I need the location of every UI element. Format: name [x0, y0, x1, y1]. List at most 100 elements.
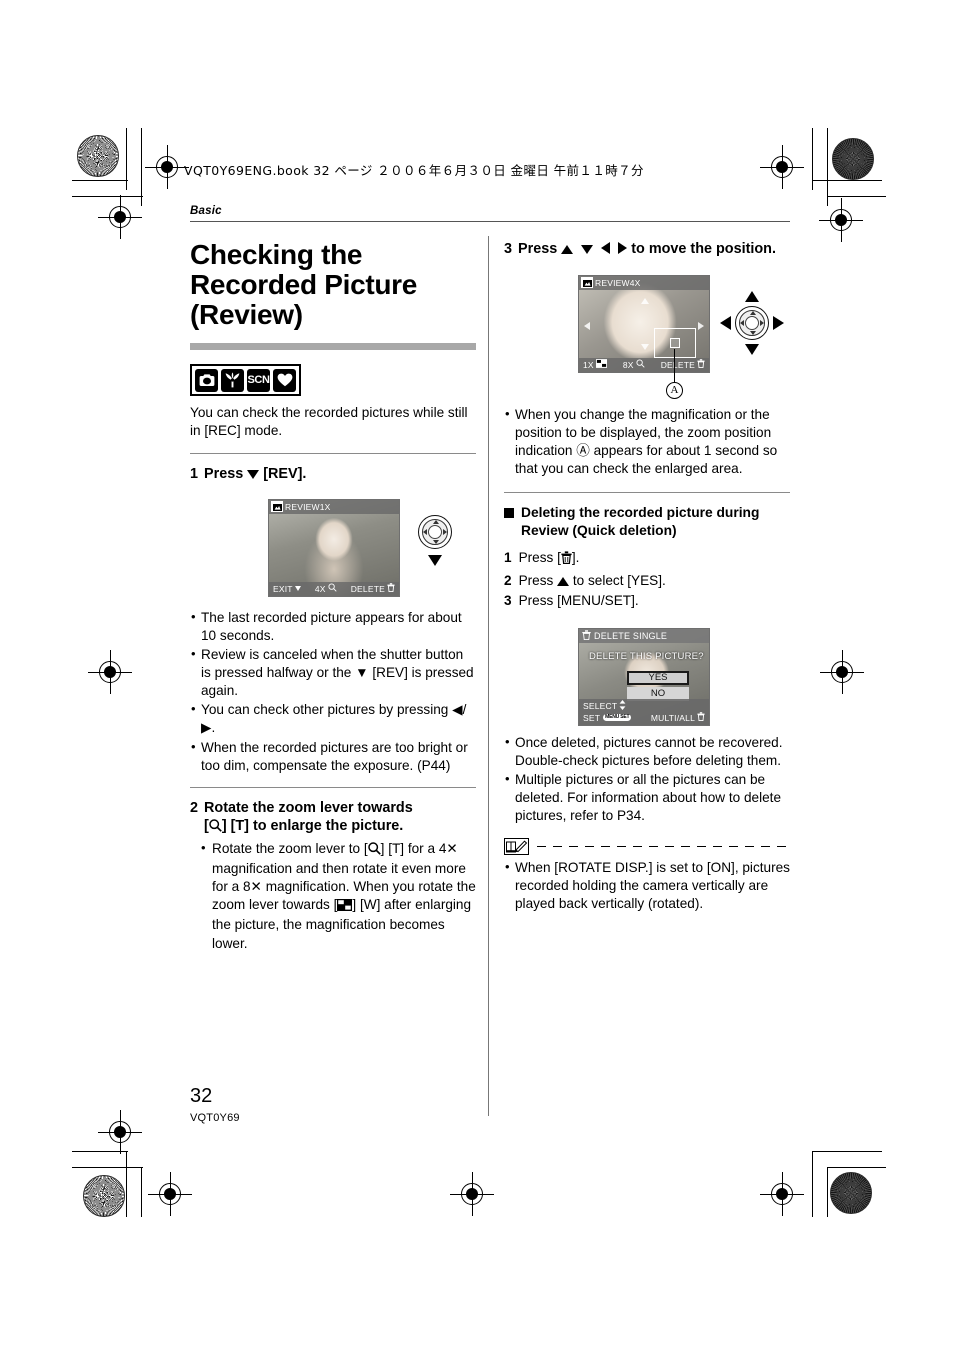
registration-crosshair-top-left-b	[98, 195, 142, 239]
crop-line-tr-v2	[827, 128, 829, 206]
lcd-screen-review-4x: REVIEW4X 1X 8X DELETE	[578, 274, 710, 373]
crop-line-br-v1	[812, 1151, 814, 1217]
registration-starburst-top-left	[77, 135, 119, 177]
scene-mode-label: SCN	[247, 374, 270, 387]
step-1-number: 1	[190, 465, 199, 482]
list-item: Multiple pictures or all the pictures ca…	[504, 770, 790, 825]
step-1-heading: 1 Press [REV].	[190, 465, 476, 483]
lcd-bottom-status-bar-4x: 1X 8X DELETE	[579, 357, 709, 372]
trash-icon-4	[697, 712, 705, 723]
menu-set-button-icon: MENU SET	[603, 714, 632, 722]
square-bullet-icon	[504, 508, 514, 519]
pad-down-arrow-icon	[745, 343, 759, 355]
lcd-screen-delete-single: DELETE SINGLE DELETE THIS PICTURE? YES N…	[578, 627, 710, 726]
crop-line-bl-v2	[141, 1167, 143, 1217]
crop-line-bl-h2	[72, 1167, 143, 1169]
wide-multi-view-icon	[337, 898, 353, 916]
registration-crosshair-top-left-a	[145, 145, 189, 189]
registration-starburst-top-right	[832, 138, 874, 180]
down-arrow-icon-2	[581, 245, 594, 255]
step-1-text-after: [REV].	[263, 465, 307, 482]
title-gray-bar	[190, 343, 476, 351]
registration-crosshair-bottom-center	[450, 1172, 494, 1216]
lcd-scroll-right-indicator	[698, 321, 704, 330]
step-3-text-after: to move the position.	[631, 241, 776, 258]
step2-bullet-p1: Rotate the zoom lever to [	[212, 841, 368, 857]
lcd-top-status-bar: REVIEW1X	[269, 499, 399, 514]
crop-line-tl-v2	[141, 128, 143, 206]
step-3-number: 3	[504, 241, 513, 258]
step-3-text-before: Press	[518, 241, 558, 258]
manual-page: VQT0Y69ENG.book 32 ページ ２００６年６月３０日 金曜日 午前…	[0, 0, 954, 1348]
list-item: 3 Press [MENU/SET].	[504, 591, 790, 611]
document-code: VQT0Y69	[190, 1112, 240, 1124]
lcd-delete-label: DELETE	[350, 583, 385, 594]
delete-step-1-before: Press [	[518, 550, 561, 566]
lcd-screen-review-1x: REVIEW1X EXIT 4X DELETE	[268, 498, 400, 597]
step-3-bullets: When you change the magnification or the…	[504, 405, 790, 478]
trash-icon-inline	[561, 550, 572, 570]
delete-step-2-after: to select [YES].	[572, 572, 666, 588]
delete-step-3-number: 3	[504, 593, 512, 609]
dialog-question-text: DELETE THIS PICTURE?	[589, 650, 704, 662]
up-arrow-icon-2	[557, 576, 570, 586]
pad-left-arrow-icon	[720, 315, 731, 330]
pad-up-arrow-icon	[745, 290, 759, 302]
step-2-line1: Rotate the zoom lever towards	[204, 799, 413, 816]
exit-down-arrow-icon	[294, 586, 301, 592]
chapter-label: Basic	[190, 205, 222, 217]
right-column: 3 Press to move the position. REVIEW4X 1…	[504, 222, 790, 914]
review-4x-figure: REVIEW4X 1X 8X DELETE A	[504, 269, 790, 404]
registration-crosshair-bottom-left-b	[148, 1172, 192, 1216]
magnify-icon-2	[636, 359, 645, 370]
rule-before-step1	[190, 452, 476, 454]
delete-step-3-text: Press [MENU/SET].	[518, 593, 639, 609]
lcd-review-label: REVIEW1X	[285, 501, 331, 512]
list-item: 1 Press [].	[504, 548, 790, 570]
list-item: The last recorded picture appears for ab…	[190, 608, 476, 645]
list-item: 2 Press to select [YES].	[504, 571, 790, 591]
delete-section-bullets: Once deleted, pictures cannot be recover…	[504, 733, 790, 825]
lcd-review-label-4x: REVIEW4X	[595, 277, 641, 288]
lcd-scroll-left-indicator	[584, 321, 590, 330]
lcd-bottom-status-bar: EXIT 4X DELETE	[269, 581, 399, 596]
note-book-pencil-icon	[504, 837, 529, 855]
dialog-option-yes[interactable]: YES	[627, 670, 689, 685]
cursor-button-figure-2	[720, 290, 784, 355]
step-2-line2-after: ] [T] to enlarge the picture.	[221, 818, 404, 835]
list-item: Review is canceled when the shutter butt…	[190, 645, 476, 700]
crop-line-br-h1	[812, 1151, 882, 1153]
registration-crosshair-bottom-left-a	[98, 1110, 142, 1154]
delete-steps-list: 1 Press []. 2 Press to select [YES]. 3 P…	[504, 548, 790, 611]
dialog-footer-bar: SELECT SET MENU SET MULTI/ALL	[579, 698, 709, 725]
applicable-modes-box: SCN	[190, 364, 301, 397]
lcd-exit-label: EXIT	[273, 583, 293, 594]
rule-before-delete-section	[504, 491, 790, 494]
trash-icon	[387, 583, 395, 594]
print-header-text: VQT0Y69ENG.book 32 ページ ２００６年６月３０日 金曜日 午前…	[184, 163, 644, 178]
note-dashed-rule	[537, 845, 790, 848]
tele-magnify-icon-2	[367, 842, 381, 860]
cursor-button-icon	[418, 514, 452, 549]
right-arrow-icon	[618, 242, 628, 255]
dialog-title-text: DELETE SINGLE	[594, 630, 668, 641]
dialog-select-label: SELECT	[583, 700, 618, 711]
delete-step-2-number: 2	[504, 572, 512, 588]
list-item: You can check other pictures by pressing…	[190, 700, 476, 737]
crop-line-tl-h1	[72, 180, 128, 182]
lcd-top-status-bar-4x: REVIEW4X	[579, 275, 709, 290]
step-1-text-before: Press	[204, 465, 244, 482]
macro-mode-icon	[221, 368, 244, 392]
intro-paragraph: You can check the recorded pictures whil…	[190, 405, 468, 439]
down-arrow-icon	[247, 469, 260, 479]
scene-mode-icon: SCN	[247, 368, 270, 392]
lcd-scroll-down-indicator	[641, 343, 649, 350]
lcd-delete-label-4x: DELETE	[660, 359, 695, 370]
step-2-heading: 2 Rotate the zoom lever towards [] [T] t…	[190, 799, 476, 837]
review-mode-icon	[271, 501, 283, 513]
lcd-zoom-8x-label: 8X	[622, 359, 634, 370]
step-1-bullets: The last recorded picture appears for ab…	[190, 608, 476, 775]
callout-leader-line	[674, 348, 676, 385]
up-arrow-icon	[561, 245, 574, 255]
simple-mode-icon	[273, 368, 296, 392]
